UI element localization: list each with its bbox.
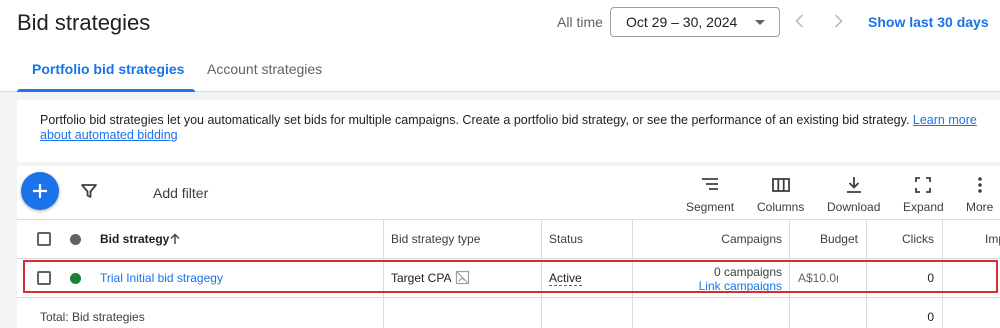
segment-button[interactable]: Segment [686,175,734,214]
info-description: Portfolio bid strategies let you automat… [40,113,910,127]
total-clicks: 0 [927,310,934,324]
next-period-button[interactable] [828,11,848,31]
column-header-bid-strategy[interactable]: Bid strategy [100,232,169,246]
info-text: Portfolio bid strategies let you automat… [40,113,980,143]
filter-icon[interactable] [80,182,98,200]
date-range-value: Oct 29 – 30, 2024 [626,14,738,30]
segment-label: Segment [686,200,735,214]
plus-icon [33,184,47,198]
more-button[interactable]: More [966,175,993,214]
more-vert-icon [977,177,982,193]
page-title: Bid strategies [17,10,151,35]
expand-icon [915,177,932,193]
column-header-campaigns[interactable]: Campaigns [640,232,782,246]
download-button[interactable]: Download [827,175,880,214]
highlighted-row-outline [23,260,998,293]
table-top-border [17,219,1000,220]
more-label: More [966,200,994,214]
chevron-left-icon [795,14,804,28]
previous-period-button[interactable] [790,11,810,31]
table-row-border [17,297,1000,298]
column-header-clicks[interactable]: Clicks [872,232,934,246]
tab-account-strategies[interactable]: Account strategies [207,61,322,77]
table-header-border [17,258,1000,259]
columns-label: Columns [757,200,805,214]
show-last-30-days-link[interactable]: Show last 30 days [868,14,989,30]
tab-bar: Portfolio bid strategies Account strateg… [0,46,1000,92]
segment-icon [702,178,719,190]
column-header-budget[interactable]: Budget [795,232,858,246]
download-icon [846,177,861,193]
page-header: Bid strategies All time Oct 29 – 30, 202… [0,0,1000,46]
add-filter-button[interactable]: Add filter [153,185,208,201]
total-label: Total: Bid strategies [40,310,145,324]
columns-icon [771,178,790,192]
chevron-right-icon [834,14,843,28]
download-label: Download [827,200,881,214]
column-header-status[interactable]: Status [549,232,583,246]
add-bid-strategy-button[interactable] [21,172,59,210]
chevron-down-icon [755,20,765,25]
expand-button[interactable]: Expand [903,175,944,214]
select-all-checkbox[interactable] [37,232,51,246]
columns-button[interactable]: Columns [757,175,804,214]
status-header-dot [70,234,81,245]
range-label: All time [557,14,603,30]
info-banner: Portfolio bid strategies let you automat… [17,100,1000,162]
column-header-type[interactable]: Bid strategy type [391,232,480,246]
tab-portfolio-bid-strategies[interactable]: Portfolio bid strategies [32,61,184,77]
sort-ascending-icon[interactable] [169,233,181,245]
column-header-impressions[interactable]: Imp [985,232,1000,246]
date-range-picker[interactable]: Oct 29 – 30, 2024 [610,7,780,37]
expand-label: Expand [903,200,944,214]
